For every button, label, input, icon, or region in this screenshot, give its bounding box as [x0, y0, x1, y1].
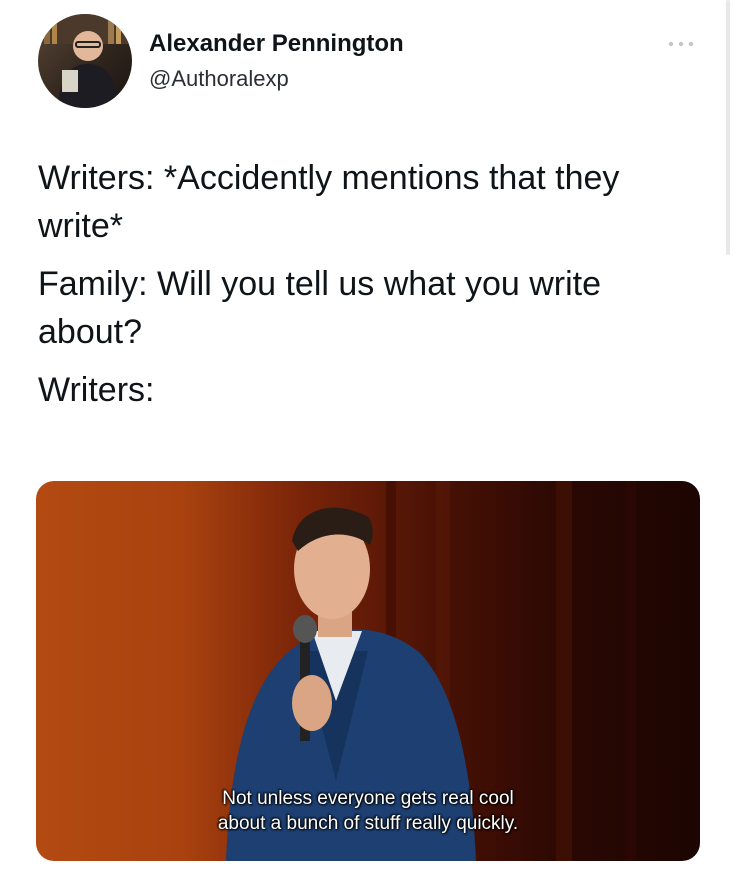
video-subtitle: Not unless everyone gets real cool about…	[36, 786, 700, 836]
scrollbar[interactable]	[726, 0, 730, 255]
tweet-line-1: Writers: *Accidently mentions that they …	[38, 159, 620, 245]
author-display-name[interactable]: Alexander Pennington	[149, 30, 404, 58]
subtitle-line-2: about a bunch of stuff really quickly.	[217, 813, 519, 834]
subtitle-line-1: Not unless everyone gets real cool	[222, 788, 514, 809]
author-avatar[interactable]	[38, 14, 132, 108]
profile-photo-icon	[38, 14, 132, 108]
tweet-card: Alexander Pennington @Authoralexp Writer…	[0, 0, 736, 888]
tweet-line-2: Family: Will you tell us what you write …	[38, 265, 602, 351]
ellipsis-icon[interactable]	[668, 36, 694, 47]
author-handle[interactable]: @Authoralexp	[149, 66, 289, 92]
tweet-media-image[interactable]: Not unless everyone gets real cool about…	[36, 481, 700, 861]
tweet-text: Writers: *Accidently mentions that they …	[38, 154, 708, 424]
tweet-line-3: Writers:	[38, 371, 155, 409]
